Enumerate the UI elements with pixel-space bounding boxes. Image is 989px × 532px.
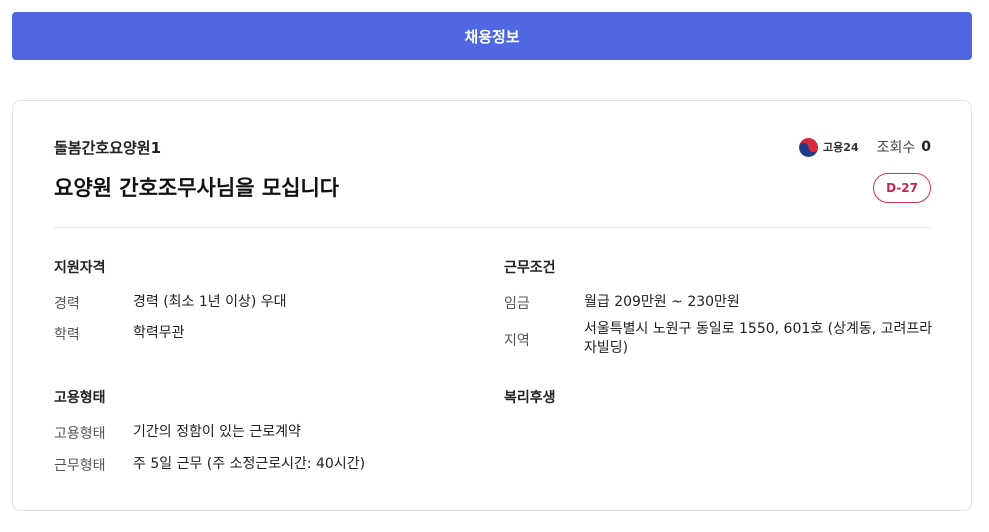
tab-job-info[interactable]: 채용정보	[12, 12, 972, 60]
row-value-employment-type: 기간의 정함이 있는 근로계약	[133, 424, 301, 440]
row-label-wage: 임금	[504, 296, 530, 312]
divider	[54, 227, 931, 228]
job-card: 돌봄간호요양원1 요양원 간호조무사님을 모십니다 고용24 조회수 0 D-2…	[12, 100, 972, 511]
views-label: 조회수	[876, 140, 916, 156]
row-label-career: 경력	[54, 296, 80, 312]
company-name: 돌봄간호요양원1	[54, 139, 162, 157]
row-value-career: 경력 (최소 1년 이상) 우대	[133, 294, 287, 310]
row-value-wage: 월급 209만원 ~ 230만원	[584, 294, 740, 310]
views-count: 0	[921, 139, 931, 155]
job-meta: 고용24 조회수 0	[799, 137, 931, 157]
source-label: 고용24	[823, 141, 859, 154]
section-title-employment: 고용형태	[54, 390, 106, 406]
dday-badge: D-27	[873, 173, 931, 203]
job-title: 요양원 간호조무사님을 모십니다	[54, 176, 340, 200]
row-label-employment-type: 고용형태	[54, 426, 106, 442]
section-title-qualifications: 지원자격	[54, 260, 106, 276]
row-value-region: 서울특별시 노원구 동일로 1550, 601호 (상계동, 고려프라자빌딩)	[584, 321, 933, 356]
row-value-education: 학력무관	[133, 325, 185, 341]
section-title-conditions: 근무조건	[504, 260, 556, 276]
row-label-work-type: 근무형태	[54, 458, 106, 474]
source-logo: 고용24	[799, 137, 859, 157]
taegeuk-icon	[799, 137, 819, 157]
row-label-education: 학력	[54, 327, 80, 343]
section-title-benefits: 복리후생	[504, 390, 556, 406]
row-value-work-type: 주 5일 근무 (주 소정근로시간: 40시간)	[133, 456, 366, 472]
tab-job-info-label: 채용정보	[464, 27, 520, 46]
row-label-region: 지역	[504, 333, 530, 349]
